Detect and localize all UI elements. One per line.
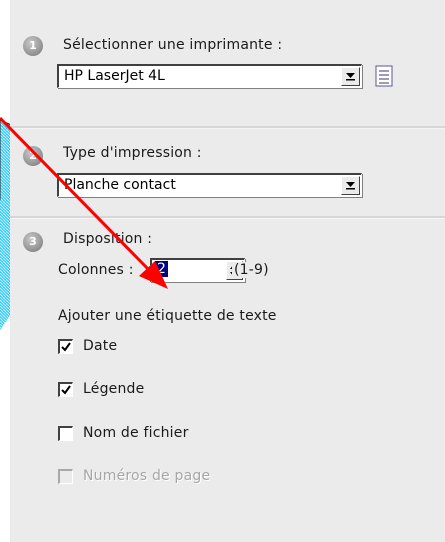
print-type-label: Type d'impression : bbox=[63, 145, 202, 161]
printer-properties-button[interactable] bbox=[372, 64, 396, 88]
checkmark-icon bbox=[61, 385, 71, 395]
add-text-label-heading: Ajouter une étiquette de texte bbox=[58, 308, 277, 324]
layout-label: Disposition : bbox=[63, 231, 153, 247]
filename-checkbox[interactable] bbox=[58, 426, 73, 441]
date-checkbox[interactable] bbox=[58, 339, 73, 354]
page-numbers-checkbox bbox=[58, 469, 73, 484]
section-divider-2 bbox=[10, 216, 445, 219]
step-2-icon: 2 bbox=[23, 146, 43, 166]
print-type-dropdown-value: Planche contact bbox=[64, 177, 176, 193]
section-divider-1 bbox=[10, 126, 445, 129]
list-icon bbox=[375, 65, 393, 87]
columns-spinner[interactable]: 2 bbox=[150, 258, 245, 282]
checkmark-icon bbox=[61, 342, 71, 352]
printer-dropdown-value: HP LaserJet 4L bbox=[64, 68, 165, 84]
filename-checkbox-label: Nom de fichier bbox=[83, 425, 189, 441]
print-type-dropdown-button[interactable] bbox=[341, 176, 360, 195]
columns-value: 2 bbox=[155, 261, 168, 277]
date-checkbox-label: Date bbox=[83, 338, 118, 354]
step-1-icon: 1 bbox=[23, 36, 43, 56]
printer-dropdown[interactable]: HP LaserJet 4L bbox=[57, 64, 362, 88]
step-3-icon: 3 bbox=[23, 232, 43, 252]
select-printer-label: Sélectionner une imprimante : bbox=[63, 37, 283, 53]
chevron-down-icon bbox=[346, 73, 355, 81]
columns-range: (1-9) bbox=[232, 262, 269, 278]
print-type-dropdown[interactable]: Planche contact bbox=[57, 173, 362, 197]
printer-dropdown-button[interactable] bbox=[341, 67, 360, 86]
stage: 1 Sélectionner une imprimante : HP Laser… bbox=[0, 0, 445, 542]
columns-label: Colonnes : bbox=[58, 262, 134, 278]
chevron-down-icon bbox=[346, 182, 355, 190]
page-numbers-checkbox-label: Numéros de page bbox=[83, 468, 211, 484]
legend-checkbox[interactable] bbox=[58, 382, 73, 397]
legend-checkbox-label: Légende bbox=[83, 381, 145, 397]
